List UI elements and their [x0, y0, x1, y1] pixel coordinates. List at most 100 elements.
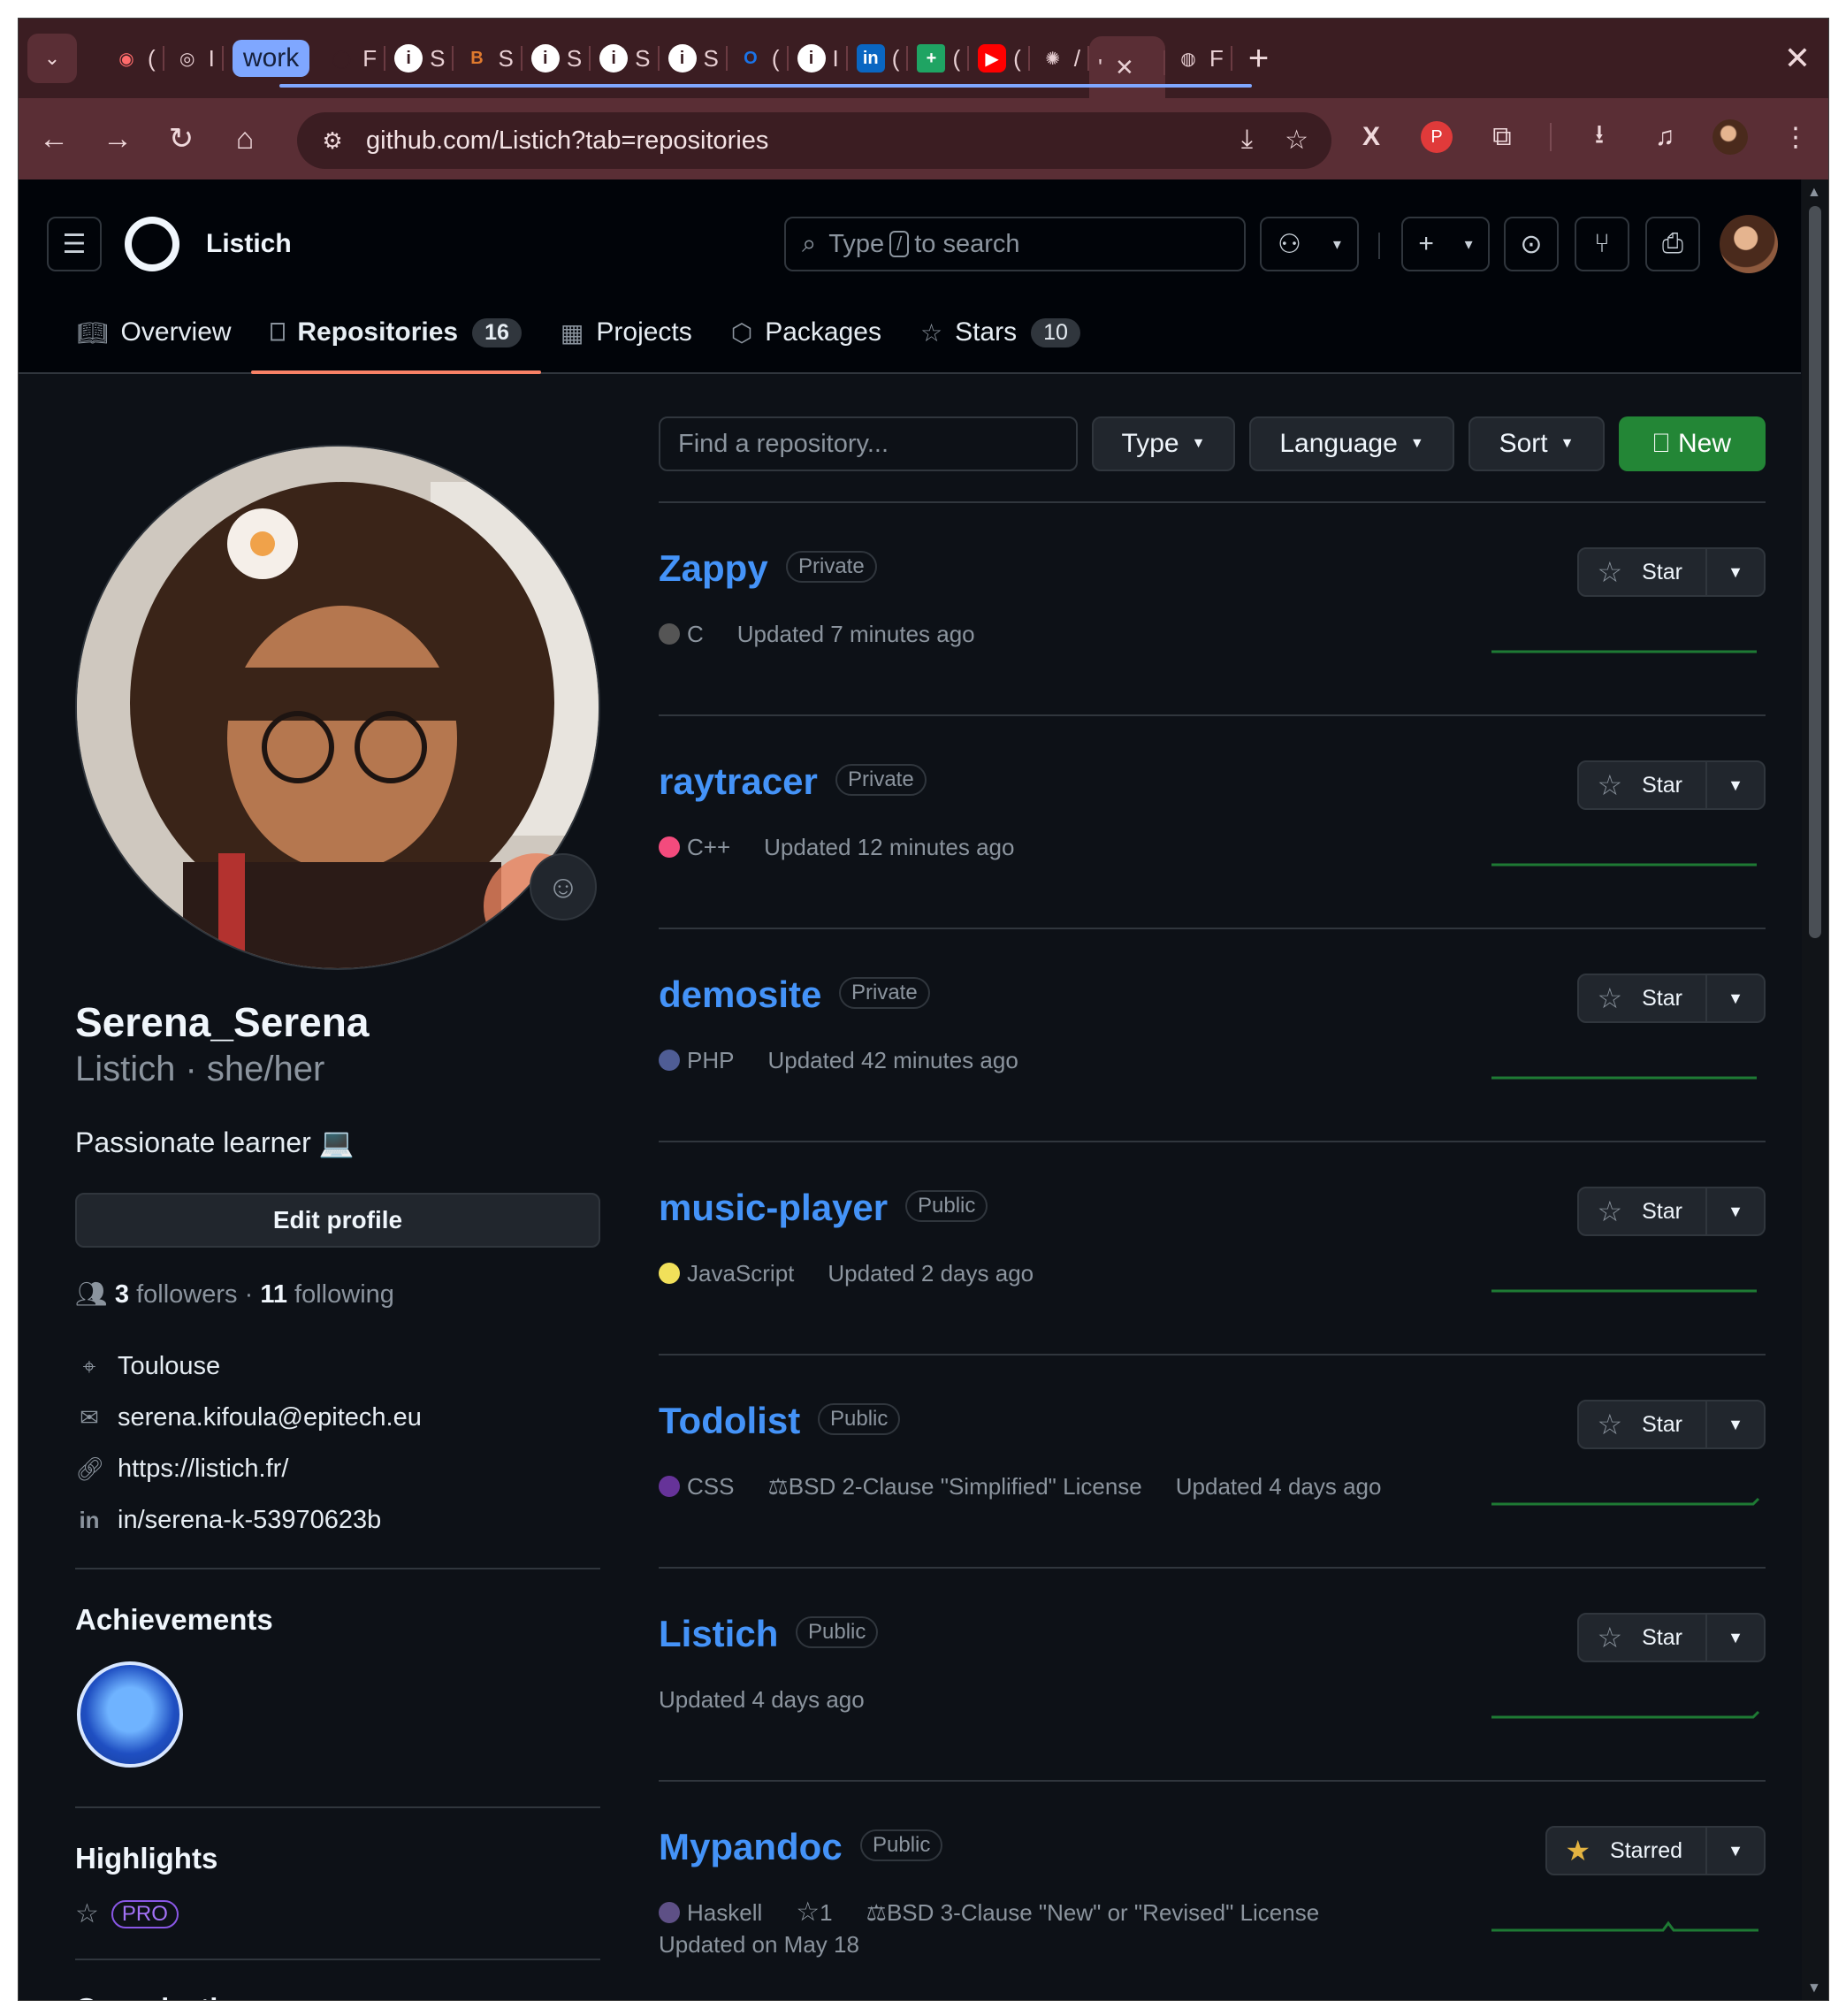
star-button[interactable]: ☆ Star ▼	[1577, 1400, 1766, 1449]
find-repository-input[interactable]: Find a repository...	[659, 416, 1078, 471]
pull-requests-icon[interactable]: ⑂	[1575, 217, 1629, 271]
star-list-dropdown-icon[interactable]: ▼	[1707, 1203, 1764, 1221]
star-button-main[interactable]: ☆ Star	[1579, 1401, 1707, 1447]
x-extension-icon[interactable]: X	[1354, 119, 1389, 155]
star-button[interactable]: ★ Starred ▼	[1545, 1826, 1766, 1875]
tab-search-button[interactable]: ⌄	[27, 34, 77, 83]
repo-name-link[interactable]: Mypandoc	[659, 1826, 843, 1868]
followers-count[interactable]: 3	[115, 1280, 129, 1309]
profile-avatar[interactable]	[75, 445, 600, 970]
browser-tab[interactable]: iS	[523, 32, 591, 85]
owner-name[interactable]: Listich	[206, 229, 292, 259]
menu-kebab-icon[interactable]: ⋮	[1778, 119, 1813, 155]
tab-packages[interactable]: ⬡ Packages	[712, 291, 901, 374]
star-button-main[interactable]: ☆ Star	[1579, 1615, 1707, 1661]
repo-name-link[interactable]: Zappy	[659, 547, 768, 590]
language-filter-button[interactable]: Language ▼	[1249, 416, 1454, 471]
inbox-icon[interactable]: ⎙	[1645, 217, 1700, 271]
star-button-main[interactable]: ★ Starred	[1547, 1828, 1707, 1874]
browser-tab[interactable]: ✺ /	[1030, 32, 1090, 85]
create-new-button[interactable]: + ▾	[1401, 217, 1490, 271]
following-label[interactable]: following	[294, 1280, 394, 1309]
star-list-dropdown-icon[interactable]: ▼	[1707, 1842, 1764, 1860]
star-button[interactable]: ☆ Star ▼	[1577, 760, 1766, 810]
tab-stars[interactable]: ☆ Stars 10	[901, 291, 1100, 374]
tab-group-chip[interactable]: work	[224, 32, 318, 85]
email-link[interactable]: serena.kifoula@epitech.eu	[118, 1403, 422, 1432]
scrollbar[interactable]: ▲ ▼	[1802, 179, 1828, 2000]
star-list-dropdown-icon[interactable]: ▼	[1707, 563, 1764, 582]
hamburger-menu-icon[interactable]: ☰	[47, 217, 102, 271]
media-icon[interactable]: ♫	[1647, 119, 1682, 155]
website-link[interactable]: https://listich.fr/	[118, 1455, 288, 1484]
tab-projects[interactable]: ▦ Projects	[541, 291, 712, 374]
browser-tab[interactable]: ' ✕	[1089, 36, 1166, 98]
back-icon[interactable]: ←	[26, 111, 82, 167]
edit-profile-button[interactable]: Edit profile	[75, 1193, 600, 1248]
achievements-heading[interactable]: Achievements	[75, 1603, 273, 1637]
user-avatar[interactable]	[1720, 215, 1778, 273]
browser-tab[interactable]: BS	[454, 32, 523, 85]
following-count[interactable]: 11	[260, 1280, 287, 1309]
browser-tab[interactable]: ◍ F	[1165, 32, 1232, 85]
repo-name-link[interactable]: music-player	[659, 1187, 888, 1229]
repo-name-link[interactable]: raytracer	[659, 760, 818, 803]
issues-icon[interactable]: ⊙	[1504, 217, 1559, 271]
browser-tab[interactable]: iI	[789, 32, 848, 85]
site-info-icon[interactable]: ⚙	[315, 123, 350, 158]
star-button-main[interactable]: ☆ Star	[1579, 975, 1707, 1021]
type-filter-button[interactable]: Type ▼	[1092, 416, 1235, 471]
copilot-button[interactable]: ⚇ ▾	[1260, 217, 1359, 271]
star-list-dropdown-icon[interactable]: ▼	[1707, 1629, 1764, 1647]
new-repository-button[interactable]: ⎕ New	[1619, 416, 1766, 471]
address-bar[interactable]: ⚙ github.com/Listich?tab=repositories ⤓ …	[297, 112, 1331, 169]
sort-button[interactable]: Sort ▼	[1468, 416, 1605, 471]
browser-tab[interactable]: ◎ I	[164, 32, 224, 85]
reload-icon[interactable]: ↻	[153, 111, 210, 167]
github-logo-icon[interactable]	[125, 217, 179, 271]
tab-overview[interactable]: 📖︎ Overview	[57, 291, 251, 374]
browser-tab[interactable]: ◉(	[103, 32, 164, 85]
url-text[interactable]: github.com/Listich?tab=repositories	[366, 126, 768, 156]
star-button-main[interactable]: ☆ Star	[1579, 1188, 1707, 1234]
browser-tab[interactable]: iS	[660, 32, 728, 85]
forward-icon[interactable]: →	[89, 111, 146, 167]
browser-tab[interactable]: O(	[728, 32, 789, 85]
repo-name-link[interactable]: demosite	[659, 974, 821, 1016]
star-list-dropdown-icon[interactable]: ▼	[1707, 989, 1764, 1008]
window-close-icon[interactable]: ✕	[1784, 40, 1811, 77]
browser-tab[interactable]: ▶(	[969, 32, 1030, 85]
scrollbar-thumb[interactable]	[1809, 206, 1821, 938]
install-app-icon[interactable]: ⤓	[1241, 125, 1253, 156]
repo-name-link[interactable]: Todolist	[659, 1400, 800, 1442]
scroll-down-arrow-icon[interactable]: ▼	[1807, 1981, 1821, 1997]
browser-tab[interactable]: ◯ F	[318, 32, 386, 85]
browser-tab[interactable]: +(	[908, 32, 970, 85]
star-button[interactable]: ☆ Star ▼	[1577, 974, 1766, 1023]
red-extension-icon[interactable]: P	[1419, 119, 1454, 155]
star-button[interactable]: ☆ Star ▼	[1577, 547, 1766, 597]
stargazers-link[interactable]: ☆ 1	[796, 1897, 832, 1928]
new-tab-button[interactable]: +	[1248, 39, 1269, 79]
profile-avatar-icon[interactable]	[1713, 119, 1748, 155]
bookmark-star-icon[interactable]: ☆	[1285, 125, 1308, 156]
repo-name-link[interactable]: Listich	[659, 1613, 778, 1655]
extensions-puzzle-icon[interactable]: ⧉	[1484, 119, 1520, 155]
star-button[interactable]: ☆ Star ▼	[1577, 1613, 1766, 1662]
downloads-icon[interactable]: ⭳	[1582, 119, 1617, 155]
followers-label[interactable]: followers	[136, 1280, 237, 1309]
tab-repositories[interactable]: ⎕ Repositories 16	[250, 291, 542, 374]
search-input[interactable]: ⌕ Type / to search	[784, 217, 1246, 271]
set-status-emoji-icon[interactable]: ☺	[530, 853, 597, 920]
star-list-dropdown-icon[interactable]: ▼	[1707, 1416, 1764, 1434]
scroll-up-arrow-icon[interactable]: ▲	[1807, 185, 1821, 201]
tab[interactable]	[86, 32, 103, 85]
star-list-dropdown-icon[interactable]: ▼	[1707, 776, 1764, 795]
home-icon[interactable]: ⌂	[217, 111, 273, 167]
browser-tab[interactable]: iS	[591, 32, 660, 85]
star-button[interactable]: ☆ Star ▼	[1577, 1187, 1766, 1236]
achievement-badge[interactable]	[77, 1661, 183, 1768]
browser-tab[interactable]: in(	[848, 32, 909, 85]
browser-tab[interactable]: iS	[385, 32, 454, 85]
close-tab-icon[interactable]: ✕	[1115, 54, 1134, 81]
